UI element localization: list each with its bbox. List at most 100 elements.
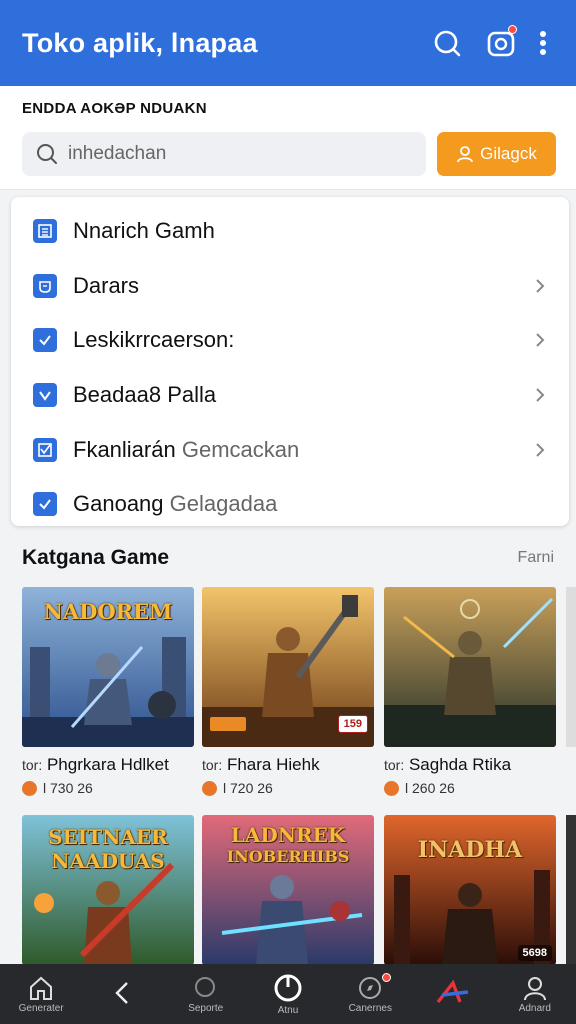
- cup-icon: [33, 273, 57, 298]
- game-meta: l 260 26: [384, 780, 556, 796]
- camera-button[interactable]: [484, 25, 518, 60]
- menu-item-sub: Gelagadaa: [169, 491, 278, 517]
- menu-item-label: Leskikrrcaerson:: [73, 327, 235, 353]
- game-title: Fhara Hiehk: [226, 755, 320, 774]
- list-icon: [33, 219, 57, 244]
- power-icon: [274, 974, 302, 1001]
- menu-item-label: Fkanliarán Gemcackan: [73, 437, 533, 463]
- shield-check-icon: [33, 383, 57, 408]
- game-card[interactable]: SEITNAER NAADUAS: [22, 815, 194, 965]
- chevron-right-icon: [533, 332, 547, 348]
- nav-tab-home[interactable]: Generater: [0, 964, 82, 1024]
- nav-tab-account[interactable]: Adnard: [494, 964, 576, 1024]
- tag-badge: [210, 717, 246, 731]
- game-card[interactable]: NADOREM tor: Phgrkara Hdlket l 730 26: [22, 587, 194, 796]
- price-tag: 5698: [517, 945, 552, 961]
- game-artwork: LADNREK INOBERHIBS: [202, 815, 374, 965]
- nav-tab-search[interactable]: Seporte: [165, 964, 247, 1024]
- nav-tab-back[interactable]: [82, 964, 164, 1024]
- app-title: Toko aplik, lnapaa: [22, 27, 258, 58]
- nav-tab-label: Canernes: [348, 1002, 392, 1014]
- game-meta-value: l 730 26: [43, 780, 93, 796]
- app-bar: Toko aplik, lnapaa: [0, 0, 576, 86]
- game-card[interactable]: LADNREK INOBERHIBS: [202, 815, 374, 965]
- menu-item-4[interactable]: Fkanliarán Gemcackan: [11, 422, 569, 477]
- game-meta: l 730 26: [22, 780, 194, 796]
- notification-dot: [382, 973, 392, 982]
- search-submit-button[interactable]: Gilagck: [437, 132, 556, 176]
- menu-item-label: Ganoang Gelagadaa: [73, 491, 547, 517]
- category-more-link[interactable]: Farni: [518, 549, 554, 567]
- logo-icon: [436, 980, 468, 1004]
- menu-item-main: Fkanliarán: [73, 436, 176, 462]
- game-name: tor: Saghda Rtika: [384, 755, 556, 775]
- game-card[interactable]: INADHA 5698: [384, 815, 556, 965]
- game-title: Phgrkara Hdlket: [46, 755, 169, 774]
- game-artwork: INADHA 5698: [384, 815, 556, 965]
- check-icon: [33, 328, 57, 353]
- game-title: Saghda Rtika: [408, 755, 512, 774]
- category-header: Katgana Game Farni: [22, 546, 554, 570]
- game-art-title: LADNREK: [230, 823, 346, 847]
- game-card[interactable]: 159 tor: Fhara Hiehk l 720 26: [202, 587, 374, 796]
- menu-item-0[interactable]: Nnarich Gamh: [11, 204, 569, 259]
- game-artwork: [384, 587, 556, 747]
- search-icon: [194, 976, 215, 997]
- coin-icon: [22, 780, 37, 796]
- game-art-title: NADOREM: [43, 599, 173, 624]
- game-prefix: tor:: [384, 757, 405, 773]
- chevron-right-icon: [533, 278, 547, 294]
- coin-icon: [384, 780, 399, 796]
- game-art-subtitle: NAADUAS: [51, 849, 165, 873]
- nav-tab-logo[interactable]: [411, 964, 493, 1024]
- menu-item-5[interactable]: Ganoang Gelagadaa: [11, 477, 569, 532]
- nav-tab-label: Atnu: [277, 1004, 299, 1016]
- search-input[interactable]: [68, 143, 388, 165]
- nav-tab-power[interactable]: Atnu: [247, 964, 329, 1024]
- search-icon: [37, 144, 57, 164]
- search-section-label: ENDDA AOKƏP NDUAKN: [22, 100, 207, 117]
- search-submit-label: Gilagck: [480, 144, 537, 163]
- menu-item-2[interactable]: Leskikrrcaerson:: [11, 313, 569, 368]
- notification-dot: [508, 25, 517, 34]
- coin-icon: [202, 780, 217, 796]
- search-field[interactable]: [22, 132, 426, 176]
- nav-tab-compass[interactable]: Canernes: [329, 964, 411, 1024]
- compass-icon: [359, 976, 382, 999]
- game-artwork: SEITNAER NAADUAS: [22, 815, 194, 965]
- game-art-title: SEITNAER: [48, 825, 168, 849]
- nav-tab-label: Seporte: [188, 1002, 224, 1014]
- game-name: tor: Fhara Hiehk: [202, 755, 374, 775]
- search-button[interactable]: [430, 26, 464, 60]
- chevron-right-icon: [533, 387, 547, 403]
- search-section: ENDDA AOKƏP NDUAKN Gilagck: [0, 86, 576, 190]
- search-icon: [434, 30, 461, 57]
- game-prefix: tor:: [22, 757, 43, 773]
- game-name: tor: Phgrkara Hdlket: [22, 755, 194, 775]
- nav-tab-label: Adnard: [518, 1002, 551, 1014]
- next-card-peek[interactable]: [566, 587, 576, 747]
- bottom-nav: Generater Seporte Atnu Canernes Adnard: [0, 964, 576, 1024]
- menu-item-1[interactable]: Darars: [11, 259, 569, 314]
- menu-item-3[interactable]: Beadaa8 Palla: [11, 368, 569, 423]
- game-art-title: INADHA: [417, 837, 523, 863]
- game-meta-value: l 260 26: [405, 780, 455, 796]
- menu-item-label: Nnarich Gamh: [73, 218, 215, 244]
- game-card[interactable]: tor: Saghda Rtika l 260 26: [384, 587, 556, 796]
- checkbox-icon: [33, 437, 57, 462]
- more-menu-button[interactable]: [532, 26, 554, 60]
- menu-item-main: Ganoang: [73, 491, 164, 517]
- category-title: Katgana Game: [22, 546, 170, 569]
- home-icon: [30, 976, 53, 1000]
- game-meta: l 720 26: [202, 780, 374, 796]
- more-vertical-icon: [540, 31, 546, 55]
- next-card-peek[interactable]: [566, 815, 576, 965]
- game-prefix: tor:: [202, 757, 223, 773]
- game-art-subtitle: INOBERHIBS: [226, 847, 350, 866]
- user-icon: [457, 146, 474, 163]
- menu-card: Nnarich Gamh Darars Leskikrrcaerson: Bea…: [11, 197, 569, 526]
- menu-item-sub: Gemcackan: [181, 436, 300, 462]
- game-meta-value: l 720 26: [223, 780, 273, 796]
- back-icon: [115, 982, 129, 1004]
- game-artwork: NADOREM: [22, 587, 194, 747]
